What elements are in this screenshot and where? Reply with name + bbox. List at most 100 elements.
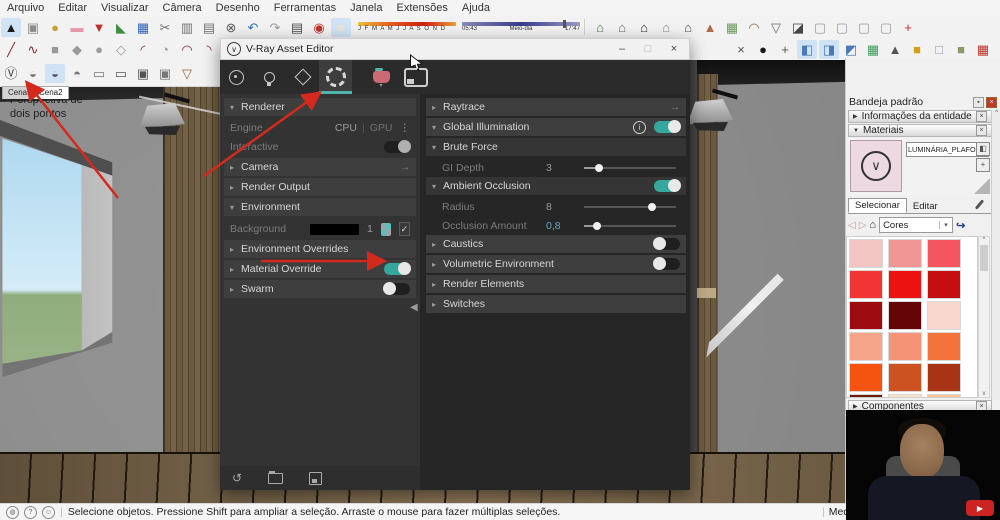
redo-icon[interactable]: ↷	[265, 18, 285, 37]
sphere-tool-icon[interactable]: ●	[753, 40, 773, 59]
menu-item[interactable]: Desenho	[209, 1, 267, 15]
copy-icon[interactable]: ▥	[177, 18, 197, 37]
style-monochrome-icon[interactable]: ■	[951, 40, 971, 59]
orbit-house-icon[interactable]: ⌂	[590, 18, 610, 37]
funnel-icon[interactable]: ▽	[177, 64, 197, 83]
shadows-toggle-icon[interactable]: ■	[331, 17, 351, 37]
color-swatch[interactable]	[926, 270, 961, 299]
section-environment-overrides[interactable]: ▸ Environment Overrides	[224, 240, 416, 258]
background-value[interactable]: 1	[367, 223, 373, 235]
tab-materials[interactable]	[220, 60, 253, 94]
menu-item[interactable]: Extensões	[390, 1, 455, 15]
menu-item[interactable]: Janela	[343, 1, 389, 15]
render-interactive-icon[interactable]: ◒	[45, 63, 65, 83]
axes-tool-icon[interactable]: +	[775, 40, 795, 59]
render-button[interactable]: ▾	[368, 66, 394, 89]
color-swatch[interactable]	[849, 363, 883, 392]
color-swatch[interactable]	[887, 332, 922, 361]
shadow-month-slider[interactable]: J F M A M J J A S O N D	[358, 22, 456, 32]
slider-knob[interactable]	[595, 163, 604, 172]
close-toolbar-icon[interactable]: ×	[731, 40, 751, 59]
section-material-override[interactable]: ▸ Material Override	[224, 260, 416, 278]
section-display-icon[interactable]: ◨	[819, 39, 839, 59]
scrollbar-thumb[interactable]	[980, 245, 988, 271]
color-swatch[interactable]	[926, 301, 961, 330]
section-environment[interactable]: ▾ Environment	[224, 198, 416, 216]
section-volumetric-environment[interactable]: ▸ Volumetric Environment	[426, 255, 686, 273]
tab-lights[interactable]	[253, 60, 286, 94]
color-swatch[interactable]	[849, 301, 883, 330]
materials-section-bar[interactable]: ▼ Materiais ×	[848, 124, 992, 137]
select-none-icon[interactable]: ▢	[854, 18, 874, 37]
shadow-time-slider[interactable]: 05:43 Meio-dia 17:47	[462, 20, 580, 32]
open-model-icon[interactable]: ◣	[111, 18, 131, 37]
color-grid-scrollbar[interactable]: ^ v	[978, 236, 990, 398]
print-icon[interactable]: ▤	[287, 18, 307, 37]
style-shaded-icon[interactable]: ■	[907, 40, 927, 59]
scroll-down-icon[interactable]: v	[983, 391, 986, 397]
color-swatch[interactable]	[887, 270, 922, 299]
entity-info-section-bar[interactable]: ▶ Informações da entidade ×	[848, 110, 992, 123]
color-swatch[interactable]	[849, 332, 883, 361]
make-component-icon[interactable]: ▣	[23, 18, 43, 37]
detail-arrow-icon[interactable]	[974, 178, 990, 194]
render-dropdown-caret[interactable]: ▾	[379, 82, 382, 89]
save-settings-icon[interactable]	[309, 471, 323, 485]
back-view-icon[interactable]: ⌂	[656, 18, 676, 37]
batch-render-icon[interactable]: ▣	[133, 64, 153, 83]
texture-slot-icon[interactable]	[380, 222, 391, 236]
vray-title-bar[interactable]: ∨ V-Ray Asset Editor – □ ×	[220, 38, 690, 60]
cut-icon[interactable]: ✂	[155, 18, 175, 37]
menu-item[interactable]: Arquivo	[0, 1, 51, 15]
ambient-occlusion-toggle[interactable]	[654, 179, 681, 192]
viewport-render-icon[interactable]: ▭	[89, 64, 109, 83]
color-swatch[interactable]	[926, 332, 961, 361]
engine-menu-icon[interactable]: ⋮	[400, 122, 411, 134]
paint-bucket-icon[interactable]: ●	[45, 18, 65, 37]
arc-tool-icon[interactable]: ◜	[133, 40, 153, 59]
minimize-button[interactable]: –	[609, 40, 635, 58]
section-render-elements[interactable]: ▸ Render Elements	[426, 275, 686, 293]
gi-depth-slider[interactable]	[584, 163, 676, 172]
scroll-up-icon[interactable]: ^	[983, 237, 986, 243]
section-ambient-occlusion[interactable]: ▾ Ambient Occlusion	[426, 177, 686, 195]
create-material-icon[interactable]: +	[976, 158, 990, 172]
section-raytrace[interactable]: ▸ Raytrace →	[426, 98, 686, 116]
style-hidden-line-icon[interactable]: □	[929, 40, 949, 59]
help-icon[interactable]: ?	[24, 505, 37, 519]
color-swatch[interactable]	[926, 363, 961, 392]
section-cut-icon[interactable]: ◩	[841, 40, 861, 59]
expand-arrow-icon[interactable]: →	[400, 162, 410, 173]
pie-tool-icon[interactable]: ◔	[155, 40, 175, 59]
collection-dropdown[interactable]: Cores ▾	[879, 217, 954, 233]
color-swatch[interactable]	[887, 394, 922, 397]
caustics-toggle[interactable]	[653, 237, 680, 250]
time-slider-knob[interactable]	[563, 20, 566, 28]
rectangle-tool-icon[interactable]: ■	[45, 40, 65, 59]
frame-buffer-icon[interactable]: ▭	[111, 64, 131, 83]
tab-geometry[interactable]	[286, 60, 319, 94]
sandbox-from-contours-icon[interactable]: ▲	[700, 18, 720, 37]
smoove-icon[interactable]: ◠	[744, 18, 764, 37]
model-info-icon[interactable]: ◉	[309, 18, 329, 37]
section-brute-force[interactable]: ▾ Brute Force	[426, 138, 686, 156]
sandbox-from-scratch-icon[interactable]: ▦	[722, 18, 742, 37]
section-render-output[interactable]: ▸ Render Output	[224, 178, 416, 196]
pin-icon[interactable]: ▪	[973, 96, 984, 108]
vray-logo-icon[interactable]: Ⓥ	[1, 64, 21, 83]
background-checkbox[interactable]: ✓	[398, 222, 410, 236]
three-point-arc-tool-icon[interactable]: ◝	[199, 40, 219, 59]
color-swatch[interactable]	[849, 239, 883, 268]
color-swatch[interactable]	[849, 394, 883, 397]
radius-value[interactable]: 8	[546, 201, 584, 213]
two-point-arc-tool-icon[interactable]: ◠	[177, 40, 197, 59]
global-illumination-toggle[interactable]	[654, 120, 681, 133]
drape-icon[interactable]: ◪	[788, 18, 808, 37]
back-arrow-icon[interactable]: ◁	[848, 220, 856, 231]
open-settings-icon[interactable]	[268, 470, 284, 484]
color-swatch[interactable]	[887, 363, 922, 392]
front-view-icon[interactable]: ⌂	[634, 18, 654, 37]
render-viewport-icon[interactable]: ◓	[67, 64, 87, 83]
tray-title-bar[interactable]: Bandeja padrão ▪ ×	[849, 96, 997, 108]
paste-in-place-icon[interactable]: ▢	[810, 18, 830, 37]
